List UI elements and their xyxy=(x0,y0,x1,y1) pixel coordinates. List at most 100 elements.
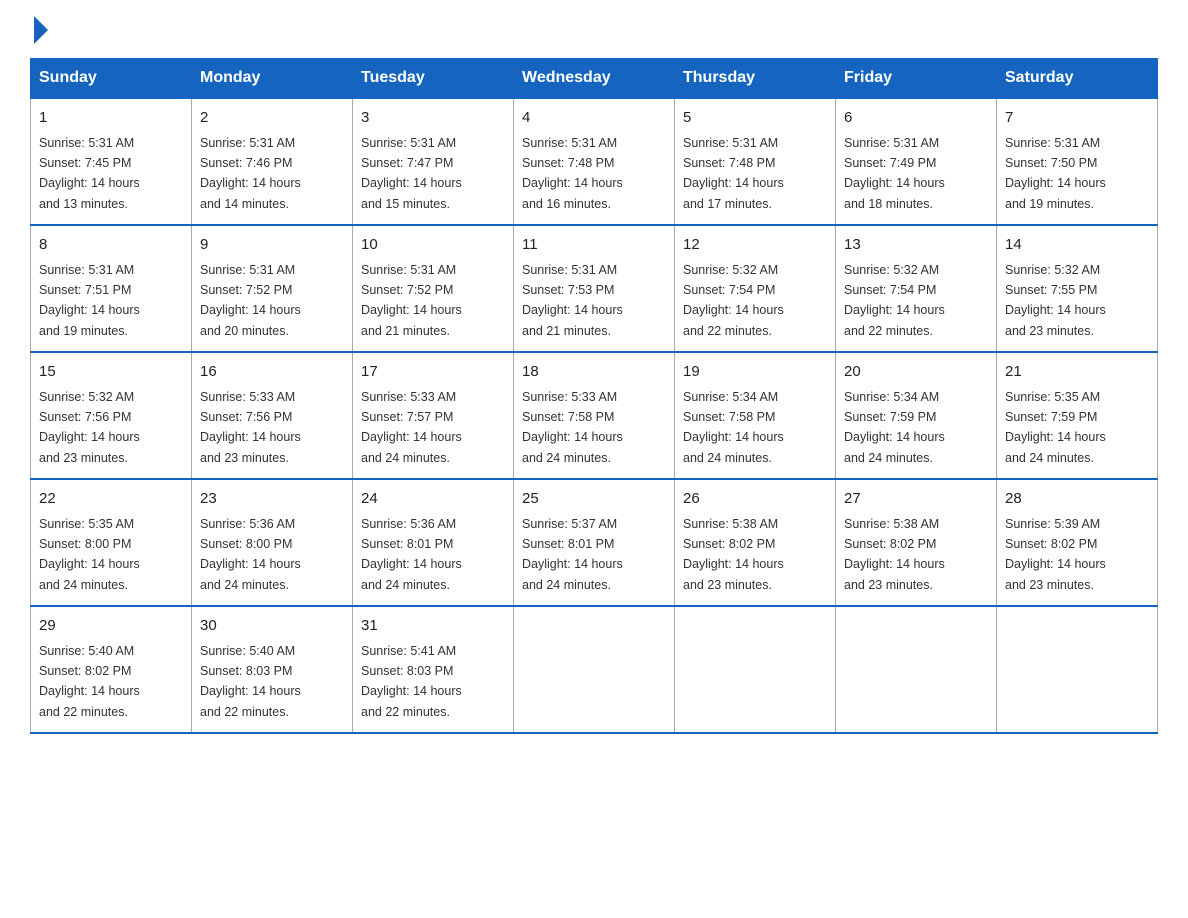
day-info: Sunrise: 5:31 AMSunset: 7:48 PMDaylight:… xyxy=(683,136,784,211)
day-number: 21 xyxy=(1005,361,1149,384)
header-wednesday: Wednesday xyxy=(514,59,675,99)
day-number: 10 xyxy=(361,234,505,257)
calendar-cell: 22 Sunrise: 5:35 AMSunset: 8:00 PMDaylig… xyxy=(31,479,192,606)
day-number: 16 xyxy=(200,361,344,384)
day-number: 31 xyxy=(361,615,505,638)
calendar-cell: 19 Sunrise: 5:34 AMSunset: 7:58 PMDaylig… xyxy=(675,352,836,479)
calendar-cell: 13 Sunrise: 5:32 AMSunset: 7:54 PMDaylig… xyxy=(836,225,997,352)
day-info: Sunrise: 5:31 AMSunset: 7:48 PMDaylight:… xyxy=(522,136,623,211)
day-info: Sunrise: 5:31 AMSunset: 7:51 PMDaylight:… xyxy=(39,263,140,338)
day-number: 23 xyxy=(200,488,344,511)
calendar-cell: 8 Sunrise: 5:31 AMSunset: 7:51 PMDayligh… xyxy=(31,225,192,352)
day-number: 14 xyxy=(1005,234,1149,257)
calendar-week-row-3: 15 Sunrise: 5:32 AMSunset: 7:56 PMDaylig… xyxy=(31,352,1158,479)
calendar-cell: 28 Sunrise: 5:39 AMSunset: 8:02 PMDaylig… xyxy=(997,479,1158,606)
day-number: 3 xyxy=(361,107,505,130)
calendar-cell: 27 Sunrise: 5:38 AMSunset: 8:02 PMDaylig… xyxy=(836,479,997,606)
day-number: 20 xyxy=(844,361,988,384)
calendar-cell: 31 Sunrise: 5:41 AMSunset: 8:03 PMDaylig… xyxy=(353,606,514,733)
calendar-cell: 6 Sunrise: 5:31 AMSunset: 7:49 PMDayligh… xyxy=(836,98,997,225)
day-info: Sunrise: 5:36 AMSunset: 8:01 PMDaylight:… xyxy=(361,517,462,592)
day-number: 2 xyxy=(200,107,344,130)
day-info: Sunrise: 5:33 AMSunset: 7:58 PMDaylight:… xyxy=(522,390,623,465)
day-info: Sunrise: 5:31 AMSunset: 7:52 PMDaylight:… xyxy=(200,263,301,338)
day-number: 19 xyxy=(683,361,827,384)
page-header xyxy=(30,20,1158,38)
header-friday: Friday xyxy=(836,59,997,99)
calendar-cell: 26 Sunrise: 5:38 AMSunset: 8:02 PMDaylig… xyxy=(675,479,836,606)
header-tuesday: Tuesday xyxy=(353,59,514,99)
day-info: Sunrise: 5:38 AMSunset: 8:02 PMDaylight:… xyxy=(844,517,945,592)
calendar-cell: 20 Sunrise: 5:34 AMSunset: 7:59 PMDaylig… xyxy=(836,352,997,479)
calendar-cell: 16 Sunrise: 5:33 AMSunset: 7:56 PMDaylig… xyxy=(192,352,353,479)
day-number: 29 xyxy=(39,615,183,638)
calendar-cell: 4 Sunrise: 5:31 AMSunset: 7:48 PMDayligh… xyxy=(514,98,675,225)
logo xyxy=(30,20,48,38)
day-number: 6 xyxy=(844,107,988,130)
calendar-week-row-1: 1 Sunrise: 5:31 AMSunset: 7:45 PMDayligh… xyxy=(31,98,1158,225)
day-number: 1 xyxy=(39,107,183,130)
calendar-cell: 3 Sunrise: 5:31 AMSunset: 7:47 PMDayligh… xyxy=(353,98,514,225)
day-number: 18 xyxy=(522,361,666,384)
day-info: Sunrise: 5:32 AMSunset: 7:54 PMDaylight:… xyxy=(683,263,784,338)
day-info: Sunrise: 5:31 AMSunset: 7:45 PMDaylight:… xyxy=(39,136,140,211)
day-info: Sunrise: 5:32 AMSunset: 7:54 PMDaylight:… xyxy=(844,263,945,338)
day-number: 9 xyxy=(200,234,344,257)
calendar-cell: 11 Sunrise: 5:31 AMSunset: 7:53 PMDaylig… xyxy=(514,225,675,352)
calendar-cell: 1 Sunrise: 5:31 AMSunset: 7:45 PMDayligh… xyxy=(31,98,192,225)
day-info: Sunrise: 5:32 AMSunset: 7:55 PMDaylight:… xyxy=(1005,263,1106,338)
header-monday: Monday xyxy=(192,59,353,99)
calendar-cell: 9 Sunrise: 5:31 AMSunset: 7:52 PMDayligh… xyxy=(192,225,353,352)
calendar-cell xyxy=(997,606,1158,733)
day-number: 30 xyxy=(200,615,344,638)
day-number: 27 xyxy=(844,488,988,511)
day-number: 11 xyxy=(522,234,666,257)
calendar-cell xyxy=(836,606,997,733)
day-info: Sunrise: 5:40 AMSunset: 8:02 PMDaylight:… xyxy=(39,644,140,719)
calendar-cell: 23 Sunrise: 5:36 AMSunset: 8:00 PMDaylig… xyxy=(192,479,353,606)
day-number: 24 xyxy=(361,488,505,511)
day-info: Sunrise: 5:38 AMSunset: 8:02 PMDaylight:… xyxy=(683,517,784,592)
day-number: 28 xyxy=(1005,488,1149,511)
day-number: 8 xyxy=(39,234,183,257)
header-thursday: Thursday xyxy=(675,59,836,99)
day-info: Sunrise: 5:31 AMSunset: 7:47 PMDaylight:… xyxy=(361,136,462,211)
day-info: Sunrise: 5:41 AMSunset: 8:03 PMDaylight:… xyxy=(361,644,462,719)
calendar-week-row-2: 8 Sunrise: 5:31 AMSunset: 7:51 PMDayligh… xyxy=(31,225,1158,352)
day-number: 15 xyxy=(39,361,183,384)
calendar-cell: 30 Sunrise: 5:40 AMSunset: 8:03 PMDaylig… xyxy=(192,606,353,733)
calendar-header-row: SundayMondayTuesdayWednesdayThursdayFrid… xyxy=(31,59,1158,99)
day-info: Sunrise: 5:31 AMSunset: 7:46 PMDaylight:… xyxy=(200,136,301,211)
calendar-cell: 12 Sunrise: 5:32 AMSunset: 7:54 PMDaylig… xyxy=(675,225,836,352)
calendar-cell: 17 Sunrise: 5:33 AMSunset: 7:57 PMDaylig… xyxy=(353,352,514,479)
day-info: Sunrise: 5:34 AMSunset: 7:59 PMDaylight:… xyxy=(844,390,945,465)
day-number: 7 xyxy=(1005,107,1149,130)
calendar-cell: 15 Sunrise: 5:32 AMSunset: 7:56 PMDaylig… xyxy=(31,352,192,479)
day-info: Sunrise: 5:35 AMSunset: 8:00 PMDaylight:… xyxy=(39,517,140,592)
calendar-cell: 10 Sunrise: 5:31 AMSunset: 7:52 PMDaylig… xyxy=(353,225,514,352)
day-info: Sunrise: 5:39 AMSunset: 8:02 PMDaylight:… xyxy=(1005,517,1106,592)
day-info: Sunrise: 5:36 AMSunset: 8:00 PMDaylight:… xyxy=(200,517,301,592)
header-sunday: Sunday xyxy=(31,59,192,99)
day-info: Sunrise: 5:40 AMSunset: 8:03 PMDaylight:… xyxy=(200,644,301,719)
calendar-cell: 14 Sunrise: 5:32 AMSunset: 7:55 PMDaylig… xyxy=(997,225,1158,352)
day-number: 26 xyxy=(683,488,827,511)
calendar-cell: 25 Sunrise: 5:37 AMSunset: 8:01 PMDaylig… xyxy=(514,479,675,606)
calendar-cell: 5 Sunrise: 5:31 AMSunset: 7:48 PMDayligh… xyxy=(675,98,836,225)
calendar-cell: 24 Sunrise: 5:36 AMSunset: 8:01 PMDaylig… xyxy=(353,479,514,606)
day-number: 22 xyxy=(39,488,183,511)
calendar-cell xyxy=(514,606,675,733)
logo-arrow-icon xyxy=(34,16,48,44)
day-number: 5 xyxy=(683,107,827,130)
day-number: 4 xyxy=(522,107,666,130)
day-info: Sunrise: 5:31 AMSunset: 7:49 PMDaylight:… xyxy=(844,136,945,211)
day-info: Sunrise: 5:34 AMSunset: 7:58 PMDaylight:… xyxy=(683,390,784,465)
calendar-cell xyxy=(675,606,836,733)
day-info: Sunrise: 5:33 AMSunset: 7:57 PMDaylight:… xyxy=(361,390,462,465)
day-number: 12 xyxy=(683,234,827,257)
calendar-cell: 2 Sunrise: 5:31 AMSunset: 7:46 PMDayligh… xyxy=(192,98,353,225)
day-info: Sunrise: 5:33 AMSunset: 7:56 PMDaylight:… xyxy=(200,390,301,465)
calendar-cell: 29 Sunrise: 5:40 AMSunset: 8:02 PMDaylig… xyxy=(31,606,192,733)
day-number: 25 xyxy=(522,488,666,511)
calendar-cell: 18 Sunrise: 5:33 AMSunset: 7:58 PMDaylig… xyxy=(514,352,675,479)
